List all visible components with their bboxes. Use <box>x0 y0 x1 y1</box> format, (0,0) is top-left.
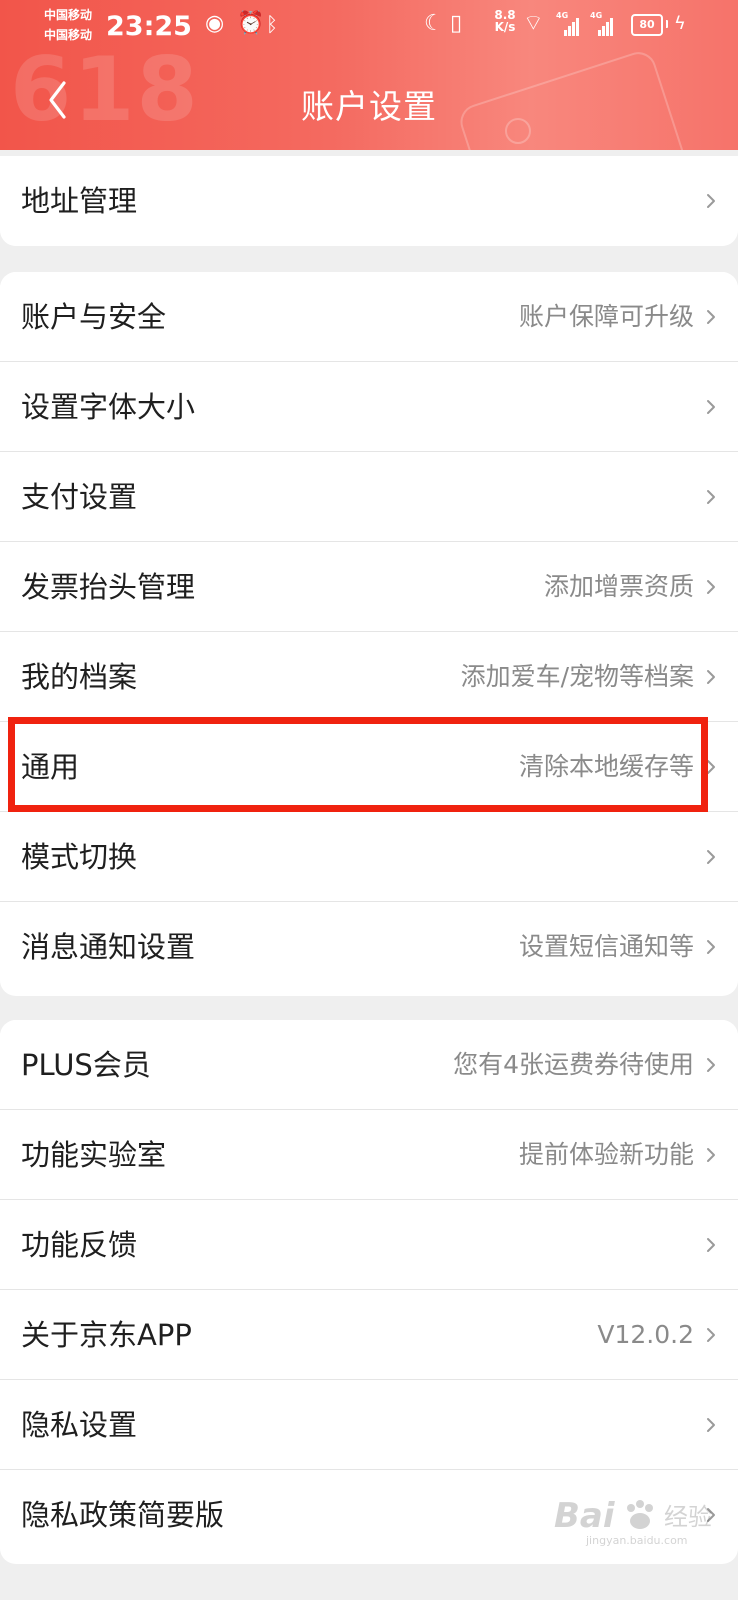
settings-item-my-profile[interactable]: 我的档案 添加爱车/宠物等档案 <box>0 632 738 722</box>
settings-item-payment-settings[interactable]: 支付设置 <box>0 452 738 542</box>
settings-item-address-management[interactable]: 地址管理 <box>0 156 738 246</box>
settings-item-invoice-title[interactable]: 发票抬头管理 添加增票资质 <box>0 542 738 632</box>
settings-item-subtext: 添加增票资质 <box>543 572 694 601</box>
settings-item-subtext: V12.0.2 <box>597 1320 694 1349</box>
settings-item-feature-lab[interactable]: 功能实验室 提前体验新功能 <box>0 1110 738 1200</box>
settings-item-about-app[interactable]: 关于京东APP V12.0.2 <box>0 1290 738 1380</box>
signal-bar <box>564 30 567 36</box>
chevron-right-icon <box>707 194 715 208</box>
chevron-right-icon <box>707 850 715 864</box>
settings-item-label: 设置字体大小 <box>21 390 196 424</box>
settings-item-subtext: 提前体验新功能 <box>518 1140 694 1169</box>
settings-item-subtext: 账户保障可升级 <box>518 302 694 331</box>
signal-bar <box>606 22 609 36</box>
chevron-right-icon <box>707 760 715 774</box>
settings-item-privacy-settings[interactable]: 隐私设置 <box>0 1380 738 1470</box>
status-bar: 中国移动 中国移动 23:25 ◉ ⏰ ᛒ ☾ ▯ 8.8 K/s ⌔ 4G 4… <box>0 0 738 50</box>
settings-group-2: 账户与安全 账户保障可升级 设置字体大小 支付设置 发票抬头管理 添加增票资质 … <box>0 272 738 996</box>
chevron-right-icon <box>707 310 715 324</box>
signal-bar <box>602 26 605 36</box>
settings-item-label: 功能实验室 <box>21 1138 167 1172</box>
settings-item-label: 模式切换 <box>21 840 138 874</box>
chevron-right-icon <box>707 400 715 414</box>
settings-item-label: 通用 <box>21 750 80 784</box>
settings-item-label: PLUS会员 <box>21 1048 151 1082</box>
settings-item-privacy-summary[interactable]: 隐私政策简要版 <box>0 1470 738 1560</box>
status-time: 23:25 <box>106 11 192 42</box>
moon-icon: ☾ <box>424 11 444 36</box>
settings-item-label: 我的档案 <box>21 660 138 694</box>
chevron-right-icon <box>707 670 715 684</box>
settings-item-label: 隐私政策简要版 <box>21 1498 225 1532</box>
settings-group-3: PLUS会员 您有4张运费券待使用 功能实验室 提前体验新功能 功能反馈 关于京… <box>0 1020 738 1564</box>
chevron-right-icon <box>707 1148 715 1162</box>
signal-type-2: 4G <box>590 11 603 20</box>
signal-bar <box>568 26 571 36</box>
chevron-right-icon <box>707 490 715 504</box>
signal-type-1: 4G <box>556 11 569 20</box>
settings-item-mode-switch[interactable]: 模式切换 <box>0 812 738 902</box>
wifi-icon: ⌔ <box>523 11 544 36</box>
settings-item-account-security[interactable]: 账户与安全 账户保障可升级 <box>0 272 738 362</box>
signal-strength-1-icon: 4G <box>556 12 582 36</box>
settings-item-label: 支付设置 <box>21 480 138 514</box>
page-title: 账户设置 <box>301 87 437 126</box>
signal-bar <box>576 18 579 36</box>
settings-item-label: 发票抬头管理 <box>21 570 196 604</box>
battery-tip <box>666 20 668 28</box>
settings-item-feedback[interactable]: 功能反馈 <box>0 1200 738 1290</box>
settings-item-font-size[interactable]: 设置字体大小 <box>0 362 738 452</box>
settings-item-plus-member[interactable]: PLUS会员 您有4张运费券待使用 <box>0 1020 738 1110</box>
chevron-right-icon <box>707 1238 715 1252</box>
chevron-right-icon <box>707 1508 715 1522</box>
settings-item-label: 消息通知设置 <box>21 930 196 964</box>
settings-item-label: 隐私设置 <box>21 1408 138 1442</box>
chevron-right-icon <box>707 1058 715 1072</box>
signal-strength-2-icon: 4G <box>590 12 616 36</box>
settings-item-label: 关于京东APP <box>21 1318 192 1352</box>
settings-item-subtext: 清除本地缓存等 <box>518 752 694 781</box>
eye-icon: ◉ <box>205 11 225 36</box>
settings-item-subtext: 您有4张运费券待使用 <box>453 1050 694 1079</box>
settings-item-notification-settings[interactable]: 消息通知设置 设置短信通知等 <box>0 902 738 992</box>
signal-bar <box>598 30 601 36</box>
settings-item-label: 账户与安全 <box>21 300 167 334</box>
signal-bar <box>610 18 613 36</box>
bluetooth-icon: ᛒ <box>266 12 278 36</box>
chevron-right-icon <box>707 580 715 594</box>
vibrate-icon: ▯ <box>450 11 463 36</box>
battery-icon: 80 <box>631 14 663 36</box>
settings-item-label: 功能反馈 <box>21 1228 138 1262</box>
chevron-right-icon <box>707 1328 715 1342</box>
signal-bar <box>572 22 575 36</box>
settings-group-1: 地址管理 <box>0 156 738 246</box>
network-speed: 8.8 K/s <box>494 8 516 34</box>
settings-item-label: 地址管理 <box>21 184 138 218</box>
settings-item-subtext: 设置短信通知等 <box>518 932 694 961</box>
charge-icon: ϟ <box>674 13 686 34</box>
alarm-icon: ⏰ <box>237 11 265 36</box>
chevron-right-icon <box>707 940 715 954</box>
header: 618 中国移动 中国移动 23:25 ◉ ⏰ ᛒ ☾ ▯ 8.8 K/s ⌔ … <box>0 0 738 150</box>
chevron-right-icon <box>707 1418 715 1432</box>
settings-item-general[interactable]: 通用 清除本地缓存等 <box>0 722 738 812</box>
settings-item-subtext: 添加爱车/宠物等档案 <box>460 662 694 691</box>
